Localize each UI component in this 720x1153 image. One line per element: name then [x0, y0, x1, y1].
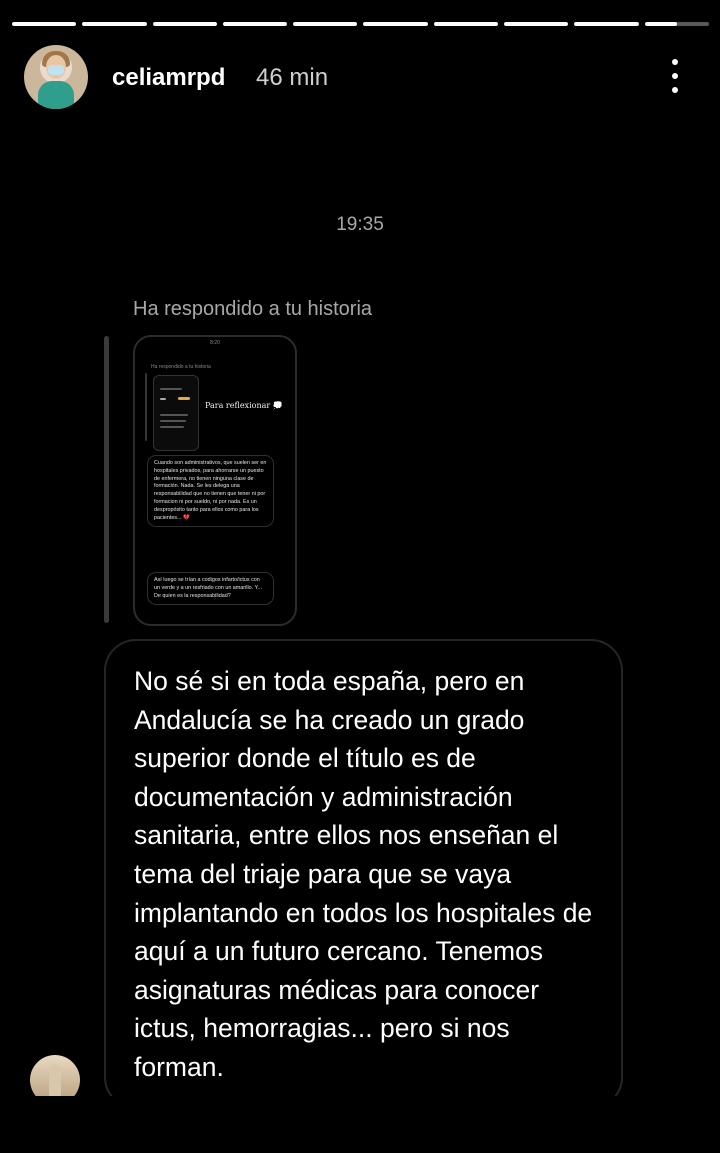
progress-segment: [644, 22, 709, 26]
story-thumb-bubble-1: Cuando son administrativos, que suelen s…: [147, 455, 274, 528]
story-thumb-mini-story: [153, 375, 199, 451]
story-thumb-bubble-2: Así luego se trían a codigos infarto/ict…: [147, 572, 274, 606]
story-progress: [12, 22, 709, 26]
progress-segment: [363, 22, 428, 26]
story-header: celiamrpd 46 min: [24, 45, 696, 109]
progress-segment: [574, 22, 639, 26]
story-thumb-time: 8:20: [210, 340, 220, 346]
progress-segment: [82, 22, 147, 26]
reply-label: Ha respondido a tu historia: [133, 298, 373, 320]
bottom-cover: [0, 1096, 720, 1153]
avatar[interactable]: [24, 45, 88, 109]
progress-segment: [12, 22, 77, 26]
progress-segment: [293, 22, 358, 26]
message-bubble[interactable]: No sé si en toda españa, pero en Andaluc…: [104, 639, 623, 1109]
progress-segment: [433, 22, 499, 26]
message-text: No sé si en toda españa, pero en Andaluc…: [134, 666, 593, 1082]
progress-segment: [504, 22, 569, 26]
story-thumb-quote-bar: [145, 373, 147, 441]
story-thumb-caption: Para reflexionar 💭: [205, 401, 283, 410]
progress-segment: [152, 22, 217, 26]
progress-segment: [222, 22, 288, 26]
chat-timestamp: 19:35: [336, 214, 384, 235]
username[interactable]: celiamrpd: [112, 64, 225, 92]
story-thumbnail[interactable]: 8:20 Ha respondido a tu historia Para re…: [133, 335, 297, 626]
time-ago: 46 min: [256, 64, 329, 91]
more-options-icon[interactable]: [670, 59, 680, 93]
story-thumb-reply-label: Ha respondido a tu historia: [151, 364, 211, 370]
quote-bar: [104, 336, 109, 623]
